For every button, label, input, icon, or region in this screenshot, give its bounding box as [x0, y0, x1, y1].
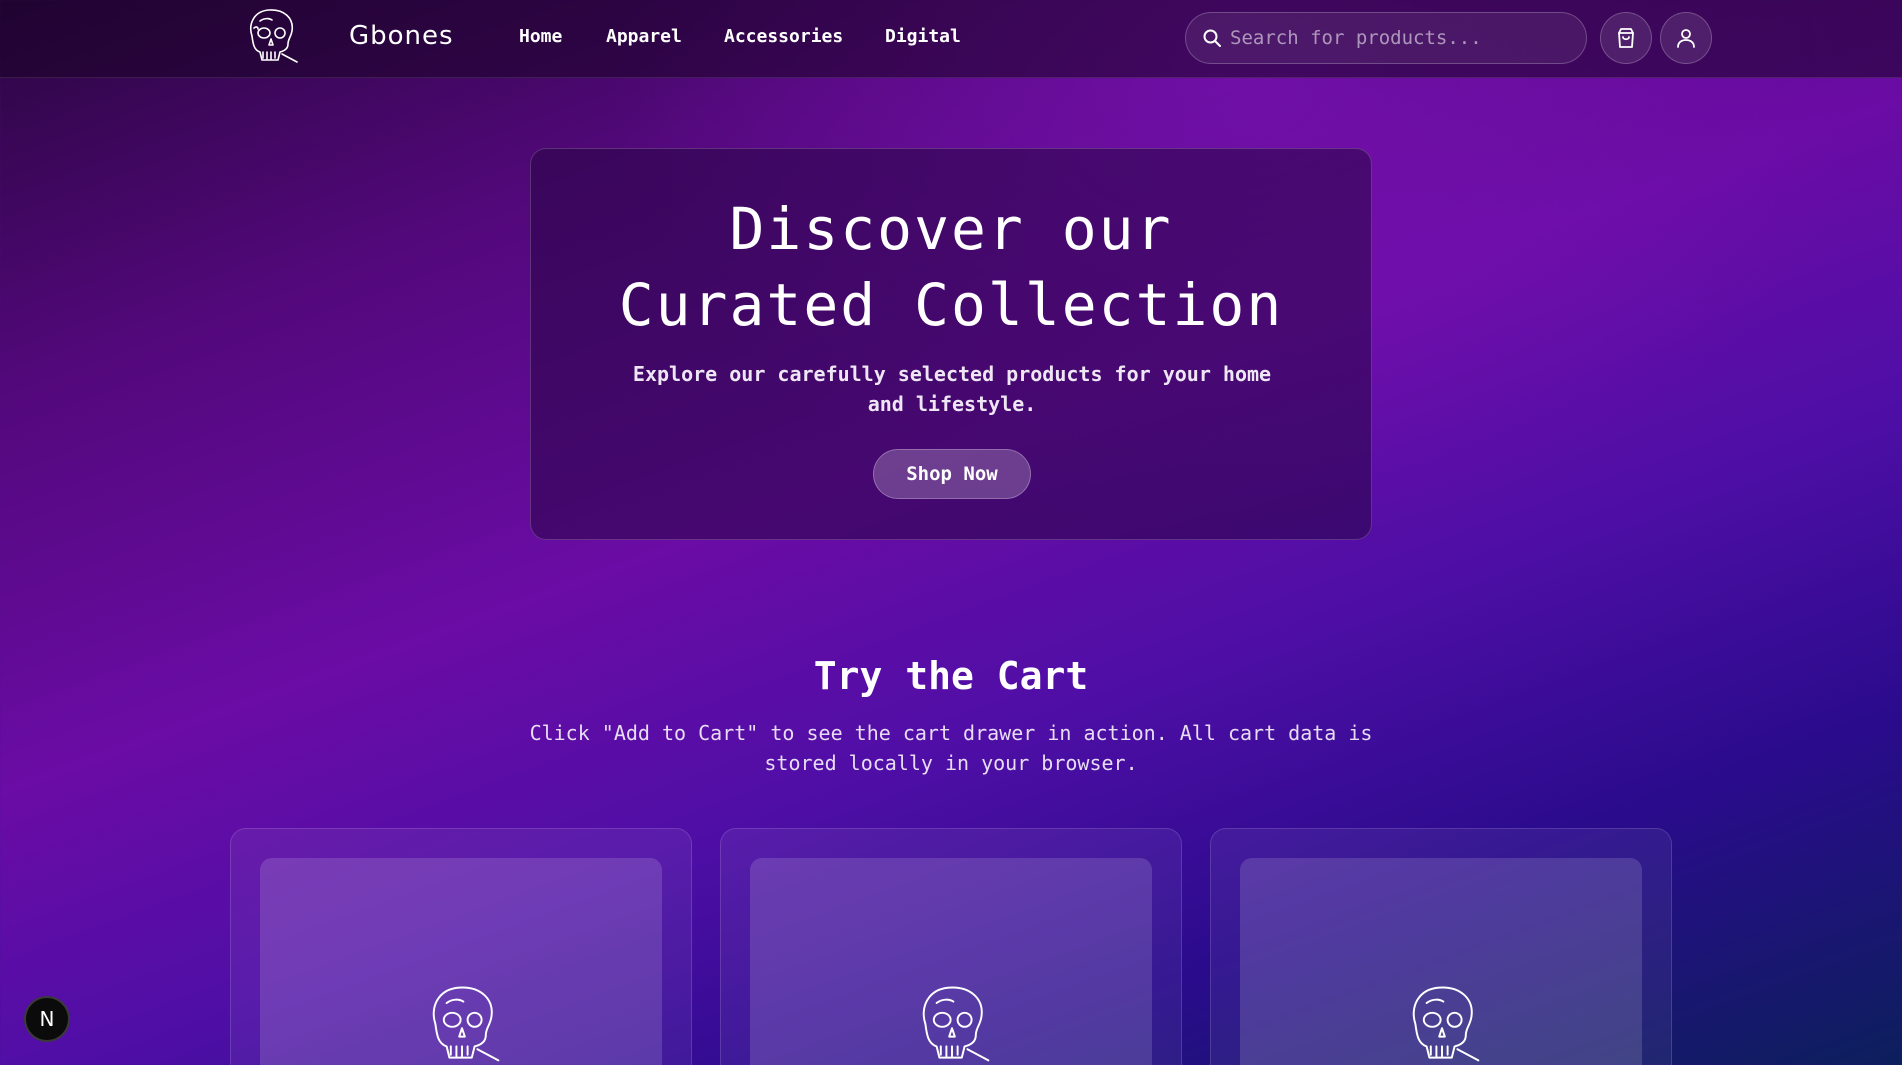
hero-title-line1: Discover our: [729, 195, 1173, 263]
dev-tools-badge[interactable]: N: [24, 996, 70, 1042]
skull-icon: [922, 986, 990, 1062]
dev-tools-badge-label: N: [39, 1007, 55, 1031]
skull-icon: [1412, 986, 1480, 1062]
shopping-bag-icon: [1618, 28, 1634, 48]
skull-icon[interactable]: [242, 6, 300, 66]
product-card[interactable]: [230, 828, 692, 1065]
section-subtitle: Click "Add to Cart" to see the cart draw…: [529, 721, 1373, 775]
skull-icon: [432, 986, 500, 1062]
product-image[interactable]: [260, 858, 662, 1065]
cart-button[interactable]: [1600, 12, 1652, 64]
search-input[interactable]: [1230, 13, 1570, 63]
top-navbar: Gbones Home Apparel Accessories Digital: [0, 0, 1902, 78]
nav-home[interactable]: Home: [519, 26, 562, 47]
user-icon: [1677, 29, 1695, 48]
hero-subtitle: Explore our carefully selected products …: [632, 362, 1272, 416]
product-card[interactable]: [1210, 828, 1672, 1065]
hero-title-line2: Curated Collection: [618, 271, 1284, 339]
product-card[interactable]: [720, 828, 1182, 1065]
brand-name[interactable]: Gbones: [349, 21, 454, 51]
search-box: [1185, 12, 1587, 64]
nav-digital[interactable]: Digital: [885, 26, 961, 47]
product-image[interactable]: [750, 858, 1152, 1065]
search-icon: [1203, 29, 1221, 47]
product-image[interactable]: [1240, 858, 1642, 1065]
nav-apparel[interactable]: Apparel: [606, 26, 682, 47]
account-button[interactable]: [1660, 12, 1712, 64]
hero-title: Discover our Curated Collection: [531, 191, 1371, 343]
section-title: Try the Cart: [813, 654, 1089, 698]
nav-accessories[interactable]: Accessories: [724, 26, 843, 47]
shop-now-button[interactable]: Shop Now: [873, 449, 1031, 499]
hero-banner: Discover our Curated Collection Explore …: [530, 148, 1372, 540]
